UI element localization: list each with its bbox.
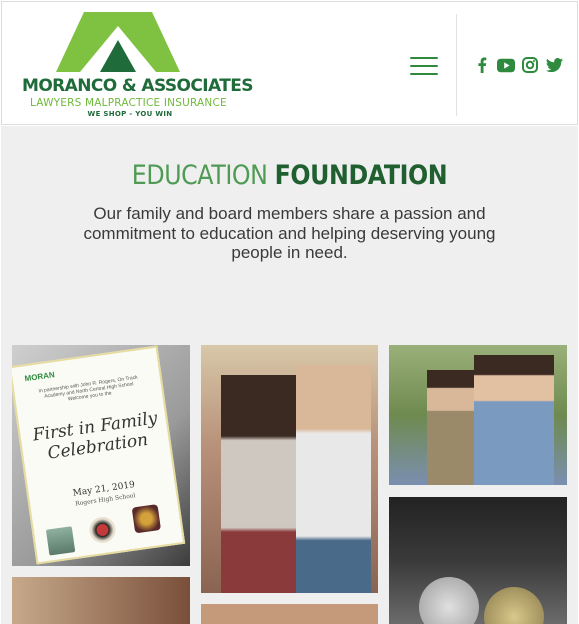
trophy-icon (45, 526, 76, 556)
section-intro: Our family and board members share a pas… (83, 204, 496, 262)
twitter-icon[interactable] (545, 56, 563, 74)
seal-icon (87, 515, 118, 545)
person-shape (474, 355, 554, 485)
social-links (473, 56, 563, 74)
instagram-icon[interactable] (521, 56, 539, 74)
person-shape (296, 365, 371, 593)
site-header: MORANCO & ASSOCIATES LAWYERS MALPRACTICE… (1, 1, 578, 125)
gallery-photo-medals[interactable] (389, 497, 567, 624)
gallery-photo-invitation[interactable]: MORAN In partnership with John R. Rogers… (12, 345, 190, 566)
section-title: EDUCATION FOUNDATION (36, 160, 544, 191)
person-shape (427, 370, 477, 485)
facebook-icon[interactable] (473, 56, 491, 74)
title-part1: EDUCATION (131, 160, 268, 191)
medal-icon (419, 577, 479, 624)
card-heading: First in Family Celebration (31, 408, 159, 464)
person-shape (221, 375, 301, 593)
logo-name: MORANCO & ASSOCIATES (22, 76, 253, 96)
youtube-icon[interactable] (497, 56, 515, 74)
header-divider (456, 14, 457, 116)
title-part2: FOUNDATION (274, 160, 448, 191)
logo-tagline: WE SHOP - YOU WIN (87, 110, 173, 118)
gallery-photo-group[interactable] (201, 604, 378, 624)
card-brand: MORAN (24, 370, 56, 384)
invitation-card: MORAN In partnership with John R. Rogers… (12, 345, 186, 565)
logo[interactable]: MORANCO & ASSOCIATES LAWYERS MALPRACTICE… (20, 12, 253, 120)
crest-icon (131, 504, 162, 534)
hamburger-icon (410, 57, 438, 59)
medal-icon (484, 587, 544, 624)
logo-subtitle: LAWYERS MALPRACTICE INSURANCE (30, 97, 227, 109)
logo-mark-icon (56, 12, 180, 72)
gallery-photo-event[interactable] (12, 577, 190, 624)
hamburger-menu-button[interactable] (410, 57, 438, 77)
gallery-photo-two-women[interactable] (389, 345, 567, 485)
gallery-photo-graduate[interactable] (201, 345, 378, 593)
